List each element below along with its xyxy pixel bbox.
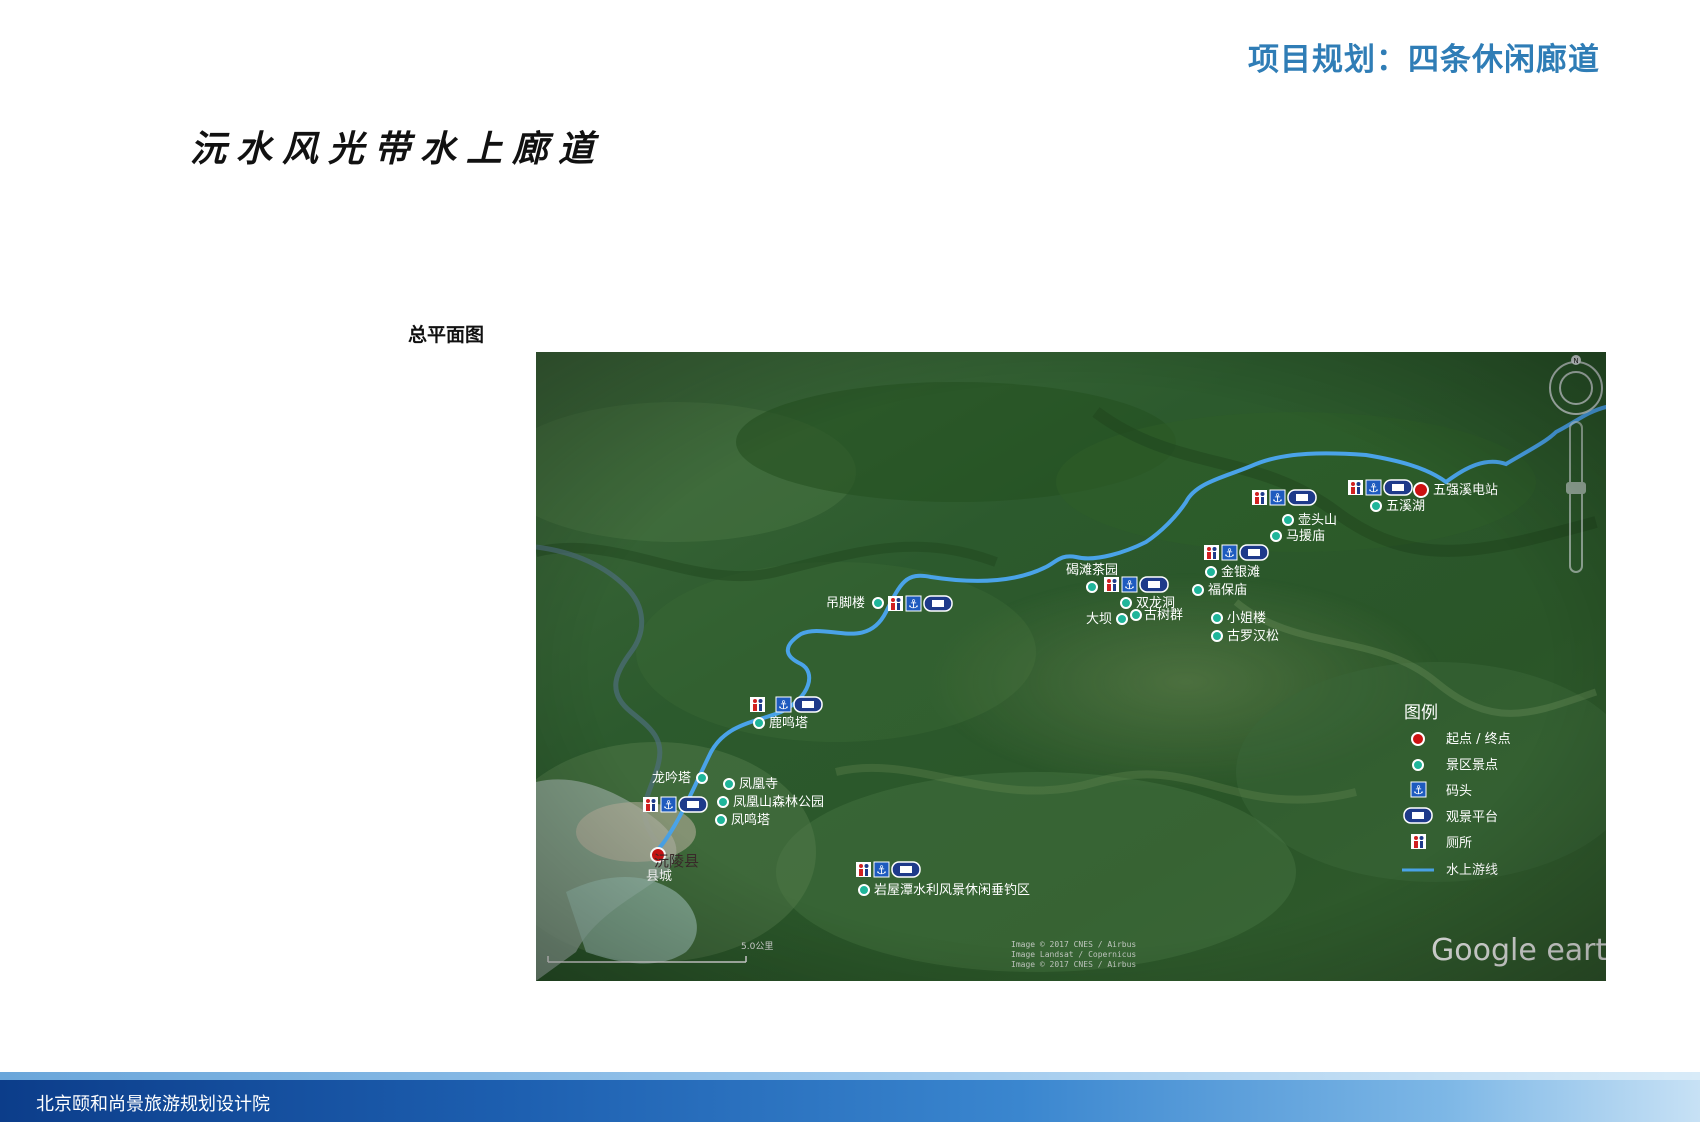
scale-label: 5.0公里 (741, 941, 773, 952)
scenic-spot-icon (1412, 759, 1424, 771)
legend-dock: 码头 (1446, 784, 1472, 799)
label-fengmingta: 凤鸣塔 (731, 812, 770, 828)
google-earth-logo: Google earth (1431, 933, 1606, 968)
label-mayuanmiao: 马援庙 (1286, 529, 1325, 544)
label-hutoushan: 壶头山 (1298, 513, 1337, 528)
footer-bar: 北京颐和尚景旅游规划设计院 (0, 1072, 1700, 1122)
section-title: 沅水风光带水上廊道 (190, 128, 605, 170)
label-fenghuangsi: 凤凰寺 (739, 777, 778, 792)
legend-scenic: 景区景点 (1446, 758, 1498, 773)
master-plan-map[interactable]: N ⚓ ⚓ ⚓ ⚓ ⚓ ⚓ ⚓ ⚓ 五强溪电站 五溪湖 壶头山 马援庙 金银滩 … (536, 352, 1606, 981)
svg-text:⚓: ⚓ (1368, 481, 1379, 495)
legend-start-end: 起点 / 终点 (1446, 731, 1511, 747)
svg-text:⚓: ⚓ (1124, 578, 1135, 592)
legend-toilet: 厕所 (1446, 836, 1472, 851)
label-lumingta: 鹿鸣塔 (769, 715, 808, 731)
label-gushuqun: 古树群 (1144, 608, 1183, 623)
start-end-icon (1411, 732, 1425, 746)
legend-title: 图例 (1404, 703, 1438, 723)
city-label-xiancheng: 县城 (646, 869, 672, 884)
svg-text:⚓: ⚓ (876, 863, 887, 877)
header-title: 项目规划：四条休闲廊道 (1248, 42, 1600, 78)
svg-text:⚓: ⚓ (663, 798, 674, 812)
svg-text:⚓: ⚓ (1272, 491, 1283, 505)
label-longyinta: 龙吟塔 (652, 770, 691, 786)
label-diaojiaolou: 吊脚楼 (826, 595, 865, 611)
dock-icon: ⚓ (1410, 781, 1427, 798)
svg-text:⚓: ⚓ (1224, 546, 1235, 560)
label-getanchayuan: 碣滩茶园 (1066, 562, 1118, 578)
svg-text:⚓: ⚓ (778, 698, 789, 712)
toilet-icon (1411, 834, 1426, 849)
label-wuxihu: 五溪湖 (1386, 499, 1425, 514)
svg-text:Image Landsat / Copernicus: Image Landsat / Copernicus (1011, 950, 1136, 959)
copyright: Image © 2017 CNES / Airbus Image Landsat… (1011, 940, 1136, 969)
city-label-yuanling: 沅陵县 (654, 852, 699, 870)
plan-label: 总平面图 (408, 324, 485, 346)
viewing-platform-icon (1403, 807, 1433, 824)
footer-band (0, 1072, 1700, 1080)
svg-text:Image © 2017 CNES / Airbus: Image © 2017 CNES / Airbus (1011, 960, 1136, 969)
label-wuqiangxi: 五强溪电站 (1433, 483, 1498, 498)
svg-text:Image © 2017 CNES / Airbus: Image © 2017 CNES / Airbus (1011, 940, 1136, 949)
label-fenghuangshan: 凤凰山森林公园 (733, 795, 824, 810)
legend-water-route: 水上游线 (1446, 863, 1498, 878)
label-guluohansong: 古罗汉松 (1227, 629, 1279, 644)
label-yanwutan: 岩屋潭水利风景休闲垂钓区 (874, 883, 1030, 898)
footer-org: 北京颐和尚景旅游规划设计院 (36, 1094, 270, 1115)
svg-text:⚓: ⚓ (1413, 783, 1424, 797)
label-xiaojielou: 小姐楼 (1227, 611, 1266, 626)
label-daba: 大坝 (1086, 612, 1112, 627)
legend-viewing: 观景平台 (1446, 810, 1498, 825)
label-fubaomiao: 福保庙 (1208, 583, 1247, 598)
svg-text:⚓: ⚓ (908, 597, 919, 611)
label-jinyintan: 金银滩 (1221, 564, 1260, 580)
north-label: N (1573, 357, 1578, 365)
